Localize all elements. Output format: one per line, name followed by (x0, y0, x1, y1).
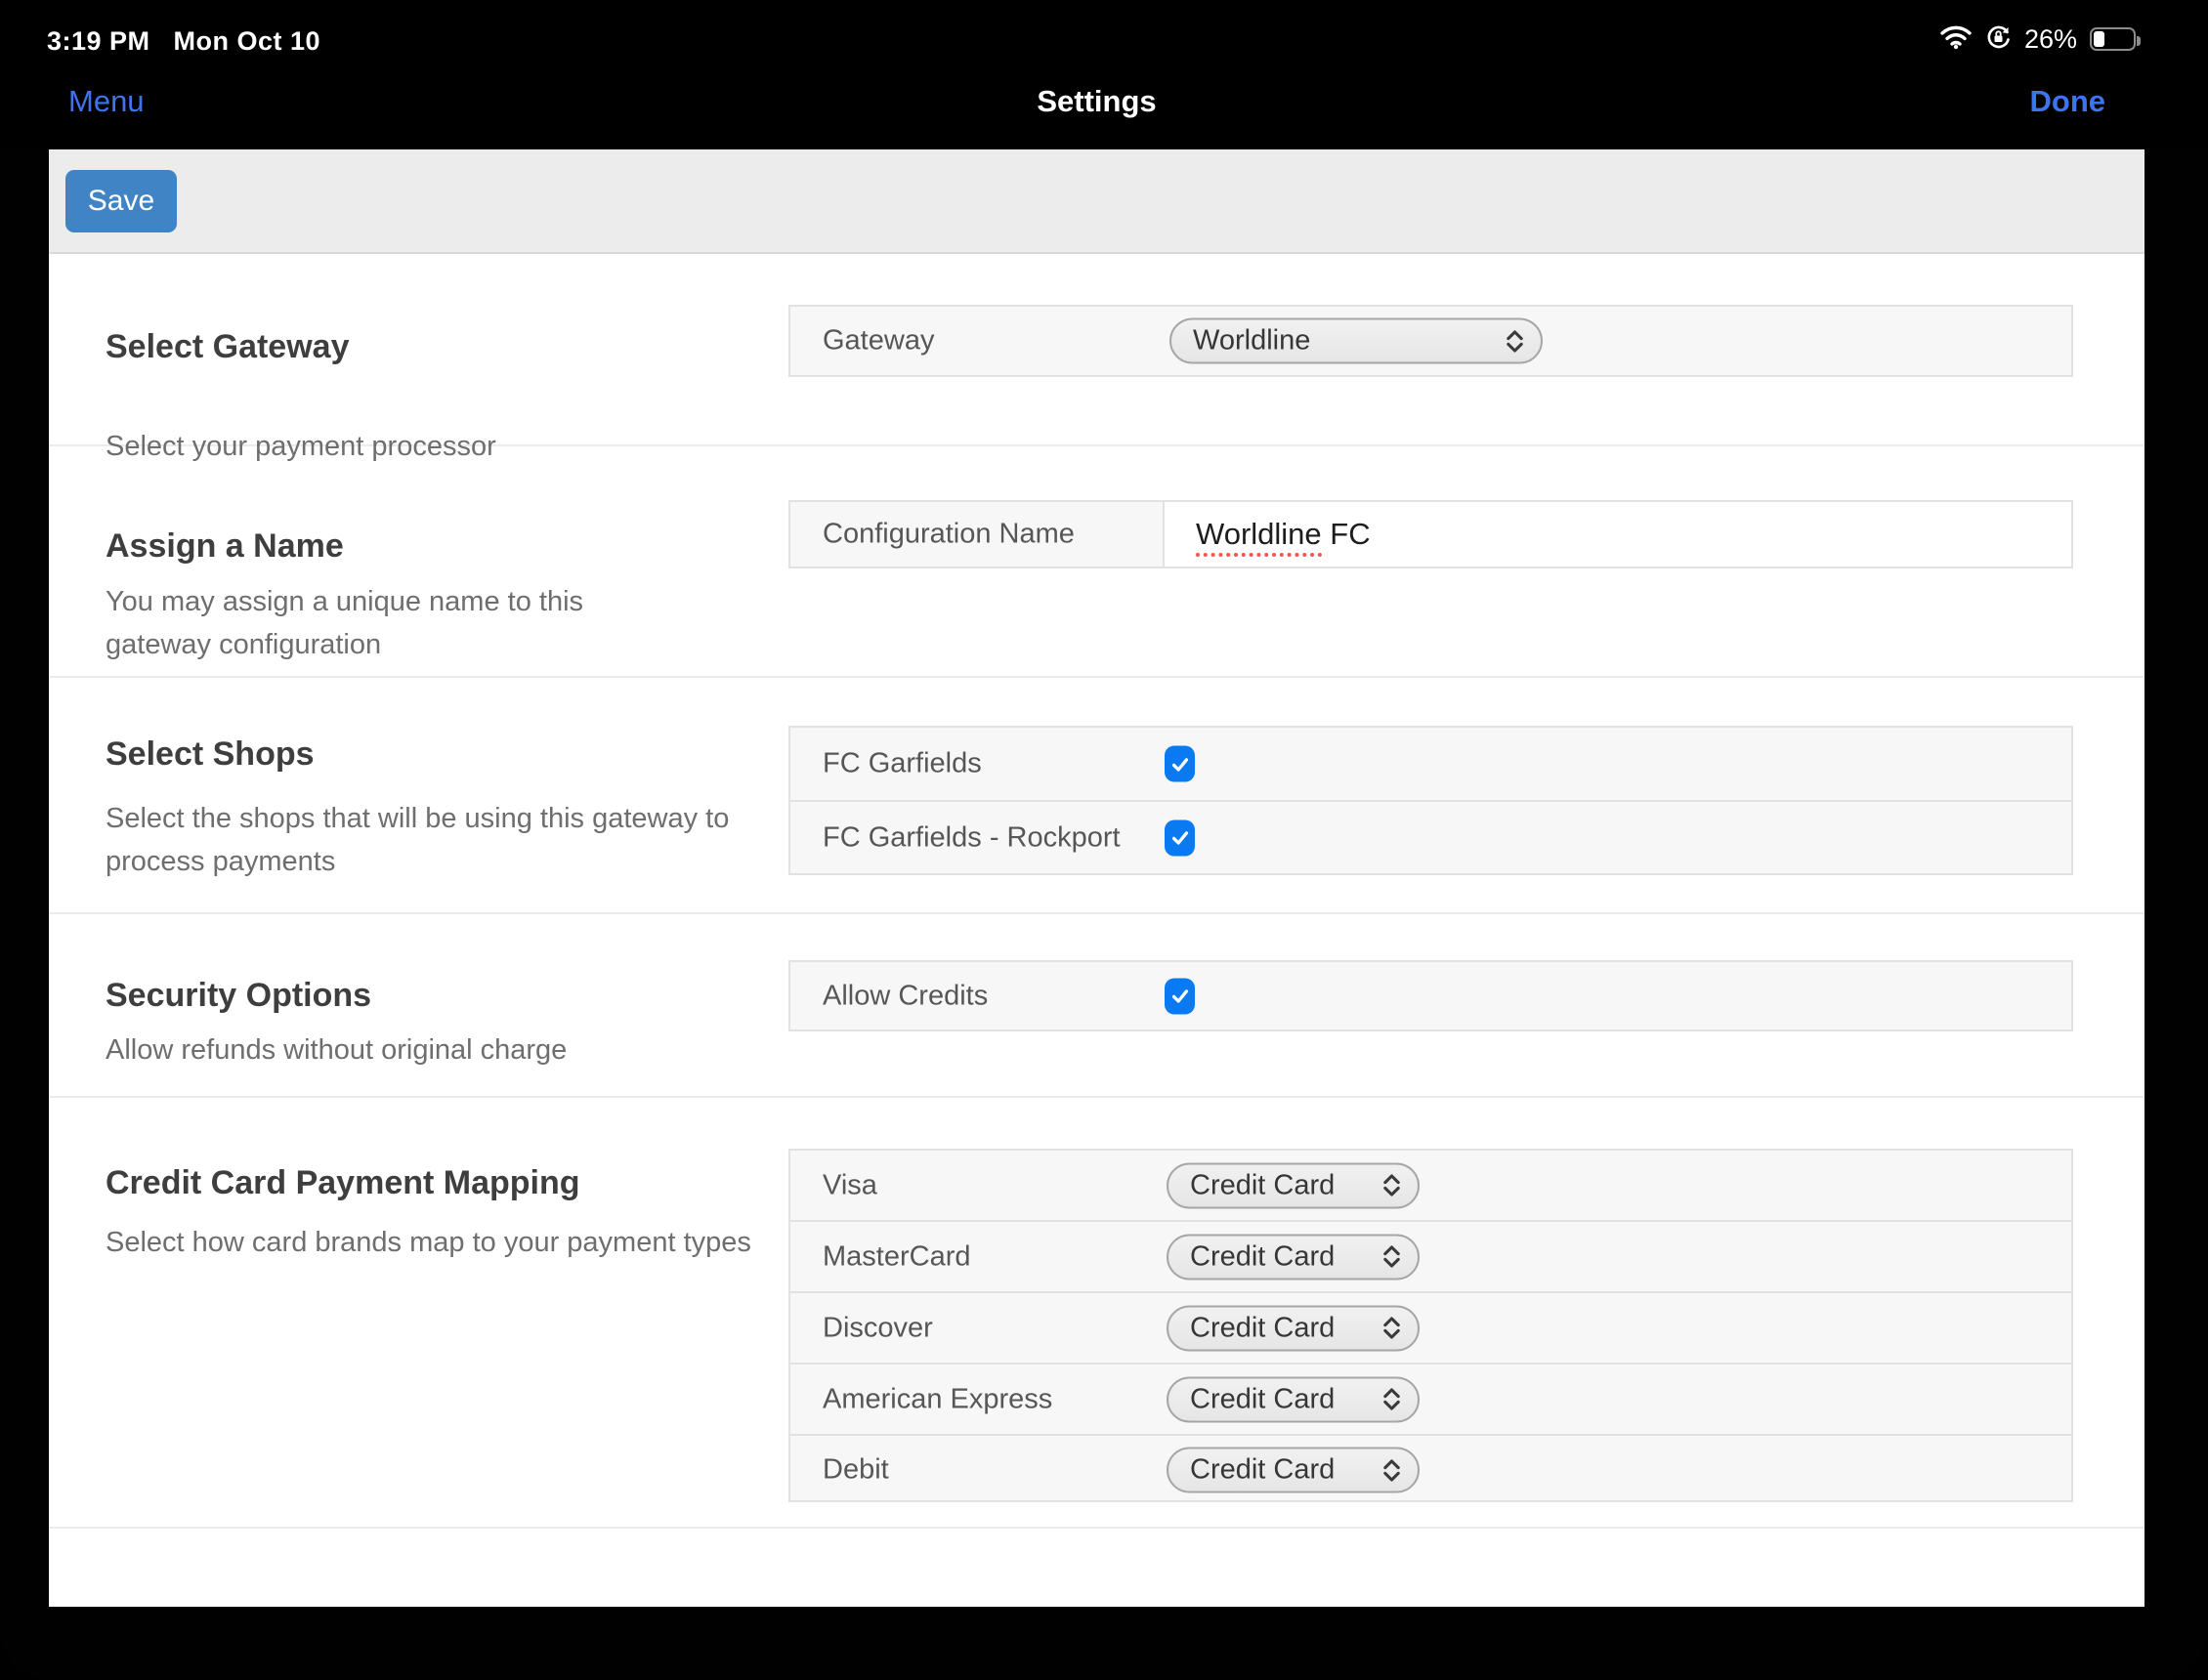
payment-type-select[interactable]: Credit Card (1167, 1234, 1420, 1280)
allow-credits-row: Allow Credits (788, 960, 2073, 1031)
configuration-name-row: Configuration Name Worldline FC (788, 500, 2073, 568)
card-brand-label: Visa (823, 1169, 877, 1200)
payment-type-select[interactable]: Credit Card (1167, 1447, 1420, 1493)
configuration-name-label-cell: Configuration Name (790, 502, 1165, 567)
card-mapping-row: MasterCard Credit Card (790, 1220, 2071, 1291)
settings-content: Save Select Gateway Select your payment … (49, 149, 2144, 1607)
input-value-misspelled: Worldline (1196, 517, 1322, 557)
section-heading-card-mapping: Credit Card Payment Mapping (106, 1164, 580, 1201)
status-bar: 3:19 PM Mon Oct 10 26% (0, 0, 2208, 61)
chevron-up-down-icon (1383, 1458, 1400, 1482)
section-description: Select the shops that will be using this… (106, 803, 730, 877)
configuration-name-input[interactable]: Worldline FC (1165, 502, 2071, 567)
battery-percent: 26% (2023, 23, 2077, 54)
clock: 3:19 PM (47, 26, 150, 56)
payment-type-value: Credit Card (1190, 1240, 1336, 1272)
card-mapping-row-group: Visa Credit Card MasterCard Credit Card … (788, 1149, 2073, 1502)
allow-credits-label: Allow Credits (823, 980, 989, 1011)
section-heading-assign-name: Assign a Name (106, 527, 344, 565)
card-brand-label: Discover (823, 1312, 933, 1343)
battery-icon (2090, 27, 2141, 51)
card-brand-label: American Express (823, 1383, 1053, 1414)
chevron-up-down-icon (1383, 1317, 1400, 1339)
gateway-label: Gateway (823, 324, 935, 357)
page-title: Settings (1037, 84, 1157, 118)
allow-credits-checkbox[interactable] (1165, 978, 1195, 1014)
checkmark-icon (1171, 989, 1188, 1003)
section-description: You may assign a unique name to this gat… (106, 586, 584, 660)
shop-row: FC Garfields - Rockport (790, 800, 2071, 873)
section-description: Select your payment processor (106, 431, 496, 462)
card-mapping-row: Debit Credit Card (790, 1434, 2071, 1504)
ipad-screen: 3:19 PM Mon Oct 10 26% Menu Settings Don… (0, 0, 2208, 1680)
card-mapping-row: Visa Credit Card (790, 1151, 2071, 1220)
orientation-lock-icon (1985, 23, 2012, 55)
card-brand-label: Debit (823, 1453, 889, 1486)
shop-label: FC Garfields - Rockport (823, 821, 1121, 853)
section-heading-select-shops: Select Shops (106, 735, 315, 773)
section-description: Select how card brands map to your payme… (106, 1227, 751, 1258)
card-mapping-row: American Express Credit Card (790, 1363, 2071, 1434)
nav-bar: Menu Settings Done (0, 61, 2208, 149)
chevron-up-down-icon (1383, 1245, 1400, 1268)
save-button[interactable]: Save (65, 170, 177, 232)
payment-type-select[interactable]: Credit Card (1167, 1305, 1420, 1351)
chevron-up-down-icon (1507, 329, 1523, 353)
payment-type-select[interactable]: Credit Card (1167, 1162, 1420, 1208)
payment-type-value: Credit Card (1190, 1312, 1336, 1343)
chevron-up-down-icon (1383, 1174, 1400, 1197)
payment-type-value: Credit Card (1190, 1453, 1336, 1486)
section-divider (49, 912, 2144, 914)
wifi-icon (1939, 24, 1973, 55)
shop-checkbox[interactable] (1165, 819, 1195, 856)
shop-label: FC Garfields (823, 747, 982, 779)
done-button[interactable]: Done (2030, 84, 2106, 119)
section-divider (49, 1096, 2144, 1098)
section-heading-security-options: Security Options (106, 977, 372, 1014)
section-description: Allow refunds without original charge (106, 1034, 568, 1066)
section-divider (49, 676, 2144, 678)
payment-type-select[interactable]: Credit Card (1167, 1376, 1420, 1422)
input-value-rest: FC (1321, 517, 1371, 551)
section-heading-select-gateway: Select Gateway (106, 328, 350, 365)
gateway-select[interactable]: Worldline (1169, 317, 1543, 364)
checkmark-icon (1171, 831, 1188, 845)
card-brand-label: MasterCard (823, 1240, 971, 1272)
configuration-name-label: Configuration Name (823, 518, 1075, 550)
payment-type-value: Credit Card (1190, 1383, 1336, 1414)
chevron-up-down-icon (1383, 1388, 1400, 1410)
section-divider (49, 1527, 2144, 1529)
shop-checkbox[interactable] (1165, 745, 1195, 782)
date: Mon Oct 10 (173, 26, 321, 56)
gateway-row: Gateway Worldline (788, 305, 2073, 377)
checkmark-icon (1171, 757, 1188, 772)
card-mapping-row: Discover Credit Card (790, 1291, 2071, 1363)
gateway-select-value: Worldline (1193, 324, 1311, 357)
save-toolbar: Save (49, 149, 2144, 254)
shops-row-group: FC Garfields FC Garfields - Rockport (788, 726, 2073, 875)
payment-type-value: Credit Card (1190, 1169, 1336, 1200)
shop-row: FC Garfields (790, 728, 2071, 800)
